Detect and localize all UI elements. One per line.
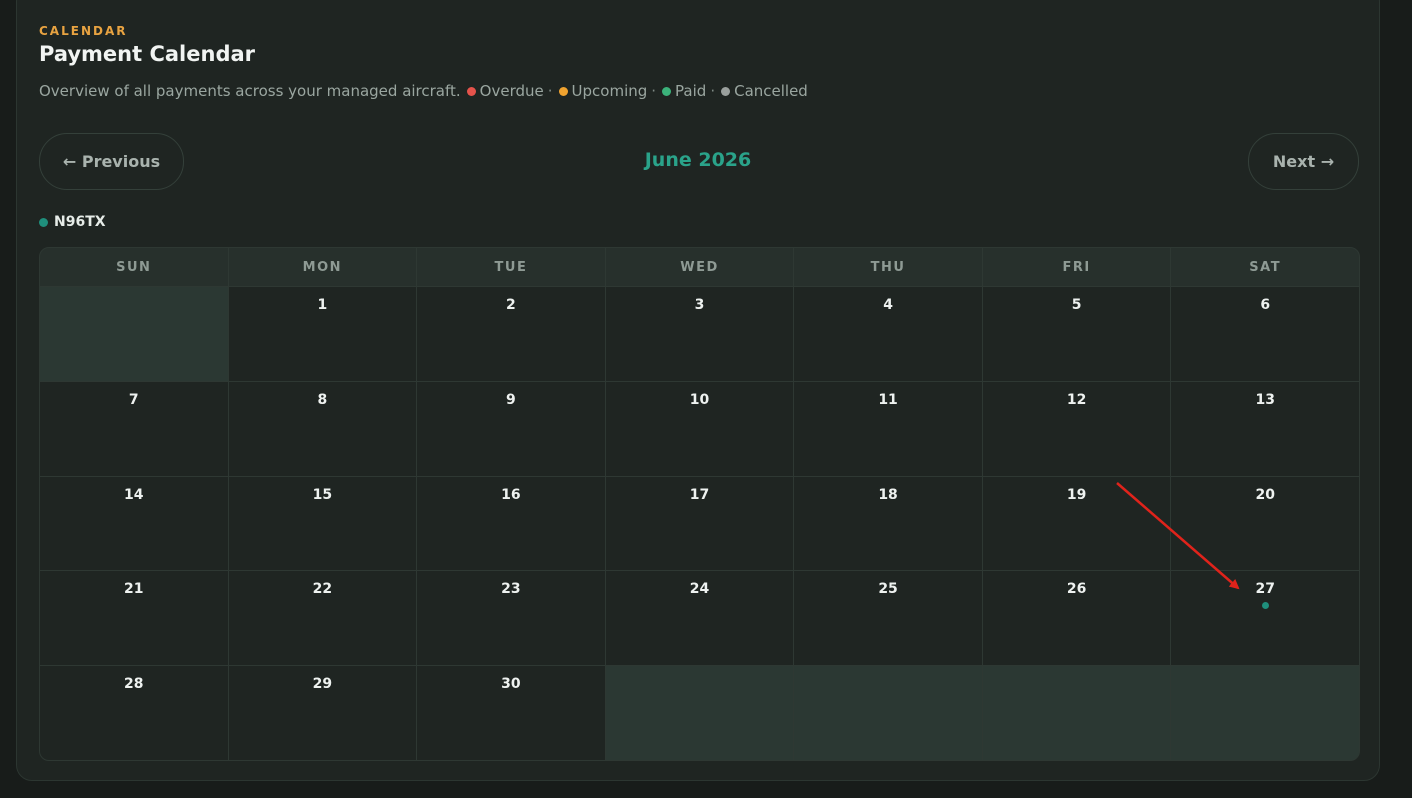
day-number: 16 — [501, 486, 521, 503]
day-cell-29[interactable]: 29 — [228, 666, 417, 760]
day-cell-3[interactable]: 3 — [605, 287, 794, 381]
day-number: 4 — [883, 297, 893, 313]
month-label: June 2026 — [644, 149, 752, 171]
day-cell-17[interactable]: 17 — [605, 476, 794, 571]
day-number: 3 — [694, 297, 705, 313]
day-number: 14 — [124, 486, 144, 503]
subtitle-text: Overview of all payments across your man… — [39, 82, 461, 100]
legend-label: Upcoming — [571, 82, 648, 100]
page-title: Payment Calendar — [39, 42, 255, 66]
day-number: 10 — [689, 391, 710, 408]
day-number: 9 — [506, 391, 516, 408]
day-number: 20 — [1255, 486, 1275, 503]
day-number: 2 — [506, 297, 516, 313]
day-cell-5[interactable]: 5 — [982, 287, 1171, 381]
day-number: 12 — [1066, 391, 1087, 408]
day-number: 22 — [312, 581, 333, 598]
legend-item-cancelled: Cancelled — [715, 82, 808, 100]
day-number: 25 — [878, 581, 898, 598]
day-number: 30 — [501, 676, 521, 693]
day-number: 26 — [1066, 581, 1087, 598]
calendar-grid: SUN MON TUE WED THU FRI SAT 1 2 3 4 5 6 7 8 9 10 11 12 13 14… — [39, 247, 1360, 761]
weekday-header-sat: SAT — [1171, 248, 1359, 286]
day-cell-21[interactable]: 21 — [40, 571, 228, 666]
day-cell-9[interactable]: 9 — [417, 381, 605, 476]
day-number: 21 — [124, 581, 144, 598]
day-number: 23 — [501, 581, 521, 598]
day-cell-20[interactable]: 20 — [1171, 476, 1359, 571]
day-cell-2[interactable]: 2 — [417, 287, 605, 381]
day-number: 7 — [128, 391, 139, 408]
day-cell-8[interactable]: 8 — [228, 381, 417, 476]
aircraft-label: N96TX — [54, 214, 106, 230]
day-number: 15 — [312, 486, 333, 503]
weekday-header-wed: WED — [605, 248, 794, 286]
payment-calendar-panel: CALENDAR Payment Calendar Overview of al… — [16, 0, 1380, 781]
day-cell-27[interactable]: 27 — [1171, 571, 1359, 666]
day-cell-4[interactable]: 4 — [794, 287, 982, 381]
day-cell-30[interactable]: 30 — [417, 666, 605, 760]
day-cell-19[interactable]: 19 — [982, 476, 1171, 571]
day-number: 28 — [124, 676, 144, 693]
weekday-header-mon: MON — [228, 248, 417, 286]
day-number: 11 — [878, 391, 898, 408]
day-cell-26[interactable]: 26 — [982, 571, 1171, 666]
day-cell-10[interactable]: 10 — [605, 381, 794, 476]
day-number: 1 — [317, 297, 328, 313]
empty-day-cell — [794, 666, 982, 760]
weekday-header-fri: FRI — [982, 248, 1171, 286]
day-number: 18 — [878, 486, 898, 503]
empty-day-cell — [40, 287, 228, 381]
page-subtitle: Overview of all payments across your man… — [39, 82, 808, 100]
day-number: 29 — [312, 676, 333, 693]
day-cell-25[interactable]: 25 — [794, 571, 982, 666]
legend-dot-cancelled — [721, 86, 731, 96]
legend-item-upcoming: Upcoming · — [553, 82, 656, 100]
day-cell-24[interactable]: 24 — [605, 571, 794, 666]
empty-day-cell — [982, 666, 1171, 760]
day-cell-11[interactable]: 11 — [794, 381, 982, 476]
day-cell-22[interactable]: 22 — [228, 571, 417, 666]
weekday-header-sun: SUN — [40, 248, 228, 286]
payment-event-dot[interactable] — [1261, 602, 1269, 610]
aircraft-filter-item[interactable]: N96TX — [39, 214, 106, 230]
day-cell-6[interactable]: 6 — [1171, 287, 1359, 381]
next-month-button[interactable]: Next → — [1248, 133, 1359, 190]
day-number: 27 — [1255, 581, 1275, 598]
day-number: 13 — [1255, 391, 1275, 408]
legend-dot-upcoming — [558, 86, 568, 96]
day-cell-28[interactable]: 28 — [40, 666, 228, 760]
day-number: 5 — [1071, 297, 1082, 313]
legend-item-overdue: Overdue · — [461, 82, 553, 100]
empty-day-cell — [1171, 666, 1359, 760]
day-cell-15[interactable]: 15 — [228, 476, 417, 571]
legend-item-paid: Paid · — [656, 82, 715, 100]
legend-label: Cancelled — [734, 82, 808, 100]
day-number: 24 — [689, 581, 710, 598]
day-cell-14[interactable]: 14 — [40, 476, 228, 571]
day-cell-18[interactable]: 18 — [794, 476, 982, 571]
day-number: 17 — [689, 486, 710, 503]
day-cell-13[interactable]: 13 — [1171, 381, 1359, 476]
day-cell-1[interactable]: 1 — [228, 287, 417, 381]
section-eyebrow: CALENDAR — [39, 24, 128, 38]
day-cell-23[interactable]: 23 — [417, 571, 605, 666]
legend-label: Paid — [675, 82, 707, 100]
day-cell-12[interactable]: 12 — [982, 381, 1171, 476]
day-cell-7[interactable]: 7 — [40, 381, 228, 476]
weekday-header-tue: TUE — [417, 248, 605, 286]
weekday-header-thu: THU — [794, 248, 982, 286]
day-number: 19 — [1066, 486, 1087, 503]
aircraft-color-dot — [39, 217, 48, 227]
legend-label: Overdue — [479, 82, 544, 100]
empty-day-cell — [605, 666, 794, 760]
status-legend: Overdue · Upcoming · Paid · Cancelled — [461, 82, 808, 100]
day-number: 6 — [1260, 297, 1271, 313]
day-cell-16[interactable]: 16 — [417, 476, 605, 571]
legend-dot-paid — [662, 86, 672, 96]
legend-dot-overdue — [466, 86, 476, 96]
day-number: 8 — [317, 391, 328, 408]
